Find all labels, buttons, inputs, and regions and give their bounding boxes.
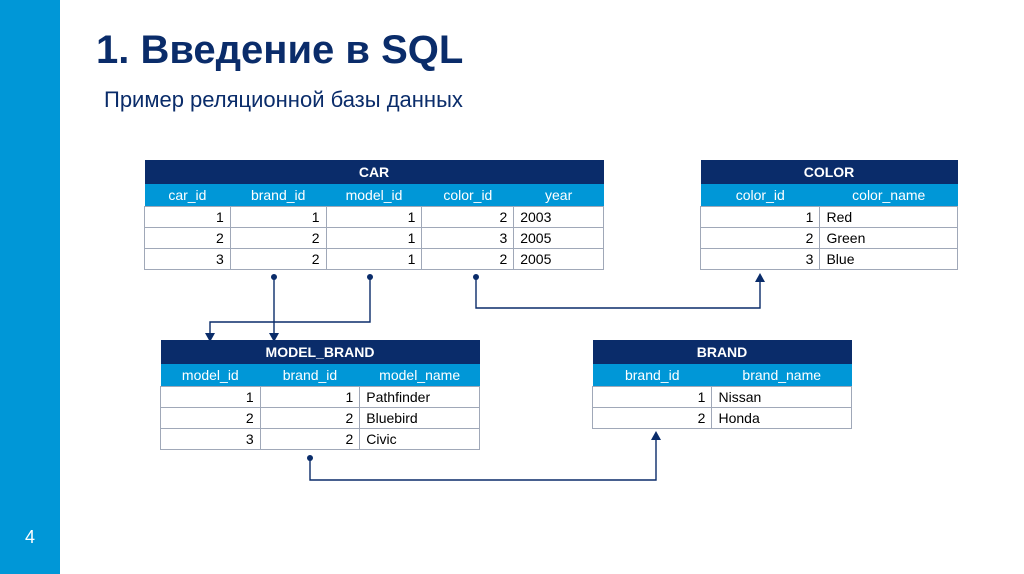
cell: 3 (701, 249, 820, 270)
col-head: color_name (820, 184, 958, 207)
cell: 2 (230, 249, 326, 270)
cell: Pathfinder (360, 387, 480, 408)
table-model-brand-title: MODEL_BRAND (161, 340, 480, 364)
table-row: 1 Red (701, 207, 958, 228)
cell: 1 (260, 387, 360, 408)
table-color-title: COLOR (701, 160, 958, 184)
cell: 2003 (514, 207, 604, 228)
cell: 2 (230, 228, 326, 249)
sidebar-accent: 4 (0, 0, 60, 574)
cell: 2 (422, 207, 514, 228)
er-diagram: CAR car_id brand_id model_id color_id ye… (60, 160, 1000, 560)
table-row: 1 1 1 2 2003 (145, 207, 604, 228)
cell: 1 (326, 228, 422, 249)
table-car: CAR car_id brand_id model_id color_id ye… (144, 160, 604, 270)
table-row: 2 Honda (593, 408, 852, 429)
table-model-brand: MODEL_BRAND model_id brand_id model_name… (160, 340, 480, 450)
cell: 1 (145, 207, 231, 228)
cell: 2 (260, 429, 360, 450)
cell: Civic (360, 429, 480, 450)
cell: 2 (260, 408, 360, 429)
table-row: 2 2 1 3 2005 (145, 228, 604, 249)
col-head: brand_name (712, 364, 852, 387)
col-head: model_id (326, 184, 422, 207)
cell: 1 (701, 207, 820, 228)
col-head: brand_id (230, 184, 326, 207)
cell: 2 (593, 408, 712, 429)
cell: 2 (161, 408, 261, 429)
cell: Nissan (712, 387, 852, 408)
table-car-title: CAR (145, 160, 604, 184)
cell: 1 (326, 207, 422, 228)
cell: 2 (701, 228, 820, 249)
col-head: car_id (145, 184, 231, 207)
col-head: brand_id (593, 364, 712, 387)
table-color: COLOR color_id color_name 1 Red 2 Green … (700, 160, 958, 270)
cell: Blue (820, 249, 958, 270)
table-row: 3 Blue (701, 249, 958, 270)
table-row: 3 2 Civic (161, 429, 480, 450)
cell: 1 (161, 387, 261, 408)
cell: 1 (230, 207, 326, 228)
col-head: model_name (360, 364, 480, 387)
table-brand: BRAND brand_id brand_name 1 Nissan 2 Hon… (592, 340, 852, 429)
cell: 2005 (514, 249, 604, 270)
cell: 2005 (514, 228, 604, 249)
table-row: 2 Green (701, 228, 958, 249)
table-row: 2 2 Bluebird (161, 408, 480, 429)
cell: Bluebird (360, 408, 480, 429)
table-row: 3 2 1 2 2005 (145, 249, 604, 270)
slide-subtitle: Пример реляционной базы данных (104, 87, 1024, 113)
cell: 3 (161, 429, 261, 450)
cell: 1 (326, 249, 422, 270)
cell: 2 (422, 249, 514, 270)
col-head: model_id (161, 364, 261, 387)
table-row: 1 Nissan (593, 387, 852, 408)
table-row: 1 1 Pathfinder (161, 387, 480, 408)
table-brand-title: BRAND (593, 340, 852, 364)
cell: Green (820, 228, 958, 249)
cell: 3 (422, 228, 514, 249)
cell: 1 (593, 387, 712, 408)
col-head: year (514, 184, 604, 207)
cell: Honda (712, 408, 852, 429)
col-head: color_id (701, 184, 820, 207)
col-head: color_id (422, 184, 514, 207)
cell: Red (820, 207, 958, 228)
cell: 3 (145, 249, 231, 270)
page-number: 4 (0, 527, 60, 548)
slide-title: 1. Введение в SQL (96, 28, 1024, 73)
col-head: brand_id (260, 364, 360, 387)
cell: 2 (145, 228, 231, 249)
